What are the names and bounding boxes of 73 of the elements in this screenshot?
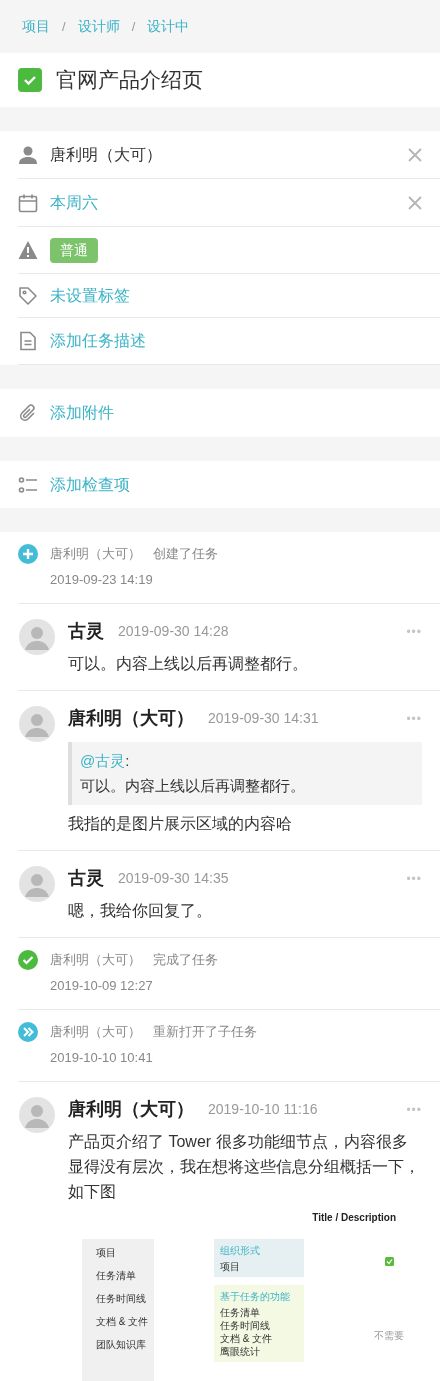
nav-item: 团队知识库 — [96, 1338, 147, 1352]
more-button[interactable]: ••• — [406, 709, 422, 728]
task-checkbox[interactable] — [18, 68, 42, 92]
actor-name[interactable]: 唐利明（大可） — [50, 1022, 141, 1042]
tags-link[interactable]: 未设置标签 — [50, 283, 130, 308]
paperclip-icon — [18, 403, 38, 423]
person-icon — [18, 144, 38, 165]
check-box-icon — [384, 1257, 394, 1266]
quote-text: 可以。内容上线以后再调整都行。 — [80, 775, 306, 796]
more-button[interactable]: ••• — [406, 1100, 422, 1119]
comment-time: 2019-09-30 14:35 — [118, 869, 229, 888]
comment-time: 2019-09-30 14:28 — [118, 622, 229, 641]
group-item: 文档 & 文件 — [220, 1332, 274, 1345]
avatar-icon — [18, 1096, 56, 1134]
assignee-link[interactable]: 唐利明（大可） — [50, 142, 162, 167]
event-action: 完成了任务 — [153, 951, 218, 969]
comment-time: 2019-10-10 11:16 — [208, 1100, 318, 1119]
double-chevron-icon — [18, 1022, 38, 1042]
calendar-icon — [18, 192, 38, 213]
document-icon — [18, 331, 38, 351]
author-name[interactable]: 古灵 — [68, 618, 104, 645]
close-icon[interactable] — [408, 195, 422, 210]
event-action: 创建了任务 — [153, 545, 218, 563]
note-text: 不需要 — [374, 1329, 404, 1343]
more-button[interactable]: ••• — [406, 869, 422, 888]
comment-time: 2019-09-30 14:31 — [208, 709, 319, 728]
group-item: 项目 — [220, 1260, 241, 1273]
comment-text: 产品页介绍了 Tower 很多功能细节点，内容很多显得没有层次，我在想将这些信息分组概括一下，如下图 — [68, 1132, 421, 1202]
due-link[interactable]: 本周六 — [50, 190, 98, 215]
tag-icon — [18, 285, 38, 306]
quote-colon: : — [125, 751, 130, 771]
breadcrumb-link[interactable]: 项目 — [22, 16, 50, 37]
event-action: 重新打开了子任务 — [153, 1023, 257, 1041]
actor-name[interactable]: 唐利明（大可） — [50, 950, 141, 970]
nav-item: 项目 — [96, 1246, 117, 1260]
nav-item: 任务清单 — [96, 1269, 137, 1283]
comment-text: 我指的是图片展示区域的内容哈 — [68, 814, 293, 834]
group-label: 组织形式 — [220, 1244, 261, 1258]
comment-text: 嗯，我给你回复了。 — [68, 901, 213, 921]
event-time: 2019-10-09 12:27 — [50, 976, 154, 995]
task-title: 官网产品介绍页 — [56, 67, 203, 94]
mention-link[interactable]: @古灵 — [80, 750, 126, 773]
check-circle-icon — [18, 950, 38, 970]
group-item: 任务清单 — [220, 1306, 261, 1319]
comment-text: 可以。内容上线以后再调整都行。 — [68, 654, 309, 674]
breadcrumb-link[interactable]: 设计中 — [147, 16, 190, 37]
avatar-icon — [18, 618, 56, 656]
more-button[interactable]: ••• — [406, 622, 422, 641]
group-item: 任务时间线 — [220, 1319, 271, 1332]
avatar-icon — [18, 705, 56, 743]
author-name[interactable]: 唐利明（大可） — [68, 705, 194, 732]
event-time: 2019-09-23 14:19 — [50, 570, 154, 589]
priority-tag[interactable]: 普通 — [50, 237, 98, 263]
image-heading: Title / Description — [312, 1211, 396, 1225]
group-item: 鹰眼统计 — [220, 1345, 261, 1358]
close-icon[interactable] — [408, 147, 422, 162]
warning-icon — [18, 240, 38, 260]
breadcrumb-separator: / — [131, 17, 136, 36]
event-time: 2019-10-10 10:41 — [50, 1048, 154, 1067]
author-name[interactable]: 古灵 — [68, 865, 104, 892]
checklist-icon — [18, 474, 38, 495]
breadcrumb-link[interactable]: 设计师 — [77, 16, 120, 37]
nav-item: 文档 & 文件 — [96, 1315, 150, 1329]
author-name[interactable]: 唐利明（大可） — [68, 1096, 194, 1123]
nav-item: 任务时间线 — [96, 1292, 147, 1306]
checklist-link[interactable]: 添加检查项 — [50, 472, 130, 497]
breadcrumb-separator: / — [62, 17, 66, 36]
attachment-link[interactable]: 添加附件 — [50, 401, 114, 425]
group-label: 基于任务的功能 — [220, 1290, 291, 1304]
avatar-icon — [18, 865, 56, 903]
plus-icon — [18, 544, 38, 564]
actor-name[interactable]: 唐利明（大可） — [50, 544, 141, 564]
description-link[interactable]: 添加任务描述 — [50, 329, 146, 353]
